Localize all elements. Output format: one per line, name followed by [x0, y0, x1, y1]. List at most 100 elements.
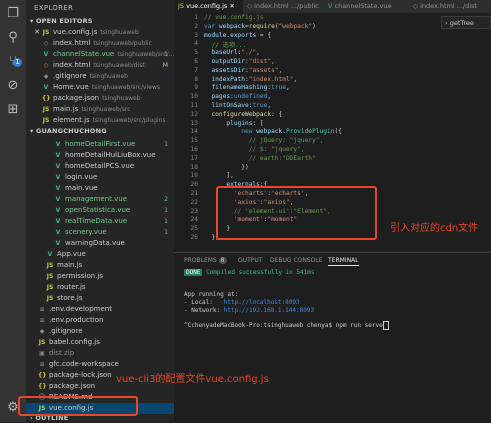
file-tree-item[interactable]: V App.vue — [26, 249, 174, 260]
file-tree-item[interactable]: VwarningData.vue — [26, 238, 174, 249]
file-name: main.vue — [65, 184, 98, 192]
file-tree-item[interactable]: Vmanagement.vue 2 — [26, 194, 174, 205]
tab-index-public[interactable]: ◇ index.html .../public — [243, 0, 328, 13]
file-name: warningData.vue — [65, 239, 125, 247]
file-name: vue.config.js — [53, 28, 98, 36]
tab-label: channelState.vue — [334, 2, 392, 10]
tab-output[interactable]: OUTPUT — [238, 257, 262, 264]
line-number: 4 — [194, 40, 198, 48]
file-name: dist.zip — [49, 349, 75, 357]
externals-highlight-box — [216, 186, 377, 240]
config-annotation: vue-cli3的配置文件vue.config.js — [116, 374, 269, 385]
quick-pick[interactable]: › getTree — [441, 16, 491, 29]
open-editor-item[interactable]: ◇ index.html tsinghuaweb/public — [26, 38, 174, 49]
file-tree-item[interactable]: Vlogin.vue — [26, 172, 174, 183]
file-name: .gitignore — [53, 72, 87, 80]
prompt-text: ^CchenyadeMacBook-Pro:tsinghuaweb chenya… — [184, 322, 383, 329]
tab-label: index.html .../public — [254, 2, 319, 10]
file-path: tsinghuaweb — [100, 29, 139, 36]
tab-debug-console[interactable]: DEBUG CONSOLE — [270, 257, 323, 264]
code-line: lintOnSave:true, — [211, 102, 272, 109]
file-tree-item[interactable]: JS babel.config.js — [26, 337, 174, 348]
terminal-prompt[interactable]: ^CchenyadeMacBook-Pro:tsinghuaweb chenya… — [184, 321, 389, 330]
file-tree-item[interactable]: ≡ .env.development — [26, 304, 174, 315]
file-tree-item[interactable]: ≡ gfc.code-workspace — [26, 359, 174, 370]
file-tree-item[interactable]: ◆ .gitignore — [26, 326, 174, 337]
tab-index-dist[interactable]: ◇ index.html .../dist — [409, 0, 491, 13]
tab-vue-config[interactable]: JS vue.config.js ✕ — [174, 0, 247, 13]
line-number: 14 — [190, 128, 198, 136]
file-type-icon: V — [55, 207, 61, 214]
close-icon[interactable]: ✕ — [32, 27, 42, 38]
file-tree-item[interactable]: VhomeDetailPCS.vue — [26, 161, 174, 172]
file-name: element.js — [53, 116, 90, 124]
line-number: 23 — [190, 207, 198, 215]
line-number: 13 — [190, 119, 198, 127]
file-tree-item[interactable]: VhomeDetailHuiLiuBox.vue — [26, 150, 174, 161]
file-tree-item[interactable]: ▣ dist.zip — [26, 348, 174, 359]
file-name: permission.js — [57, 272, 104, 280]
code-line: indexPath:"index.html", — [211, 75, 298, 83]
git-status-badge: 1 — [164, 229, 168, 236]
file-tree-item[interactable]: Vmain.vue — [26, 183, 174, 194]
network-url-link[interactable]: http://192.168.1.144:8093 — [224, 307, 314, 314]
line-number: 9 — [194, 84, 198, 92]
file-path: tsinghuaweb/src — [81, 106, 131, 113]
source-control-badge: 1 — [13, 58, 22, 67]
vue-file-icon: V — [328, 2, 333, 10]
open-editor-item[interactable]: JS main.js tsinghuaweb/src — [26, 104, 174, 115]
open-editor-item[interactable]: ✕ JS vue.config.js tsinghuaweb — [26, 27, 174, 38]
file-name: store.js — [57, 294, 83, 302]
tab-terminal[interactable]: TERMINAL — [328, 257, 359, 266]
file-type-icon: ≡ — [39, 306, 45, 313]
open-editors-label: OPEN EDITORS — [35, 17, 93, 25]
file-name: realTimeData.vue — [65, 217, 128, 225]
file-type-icon: {} — [38, 383, 47, 390]
open-editor-item[interactable]: JS element.js tsinghuaweb/src/plugins — [26, 115, 174, 126]
bottom-panel: PROBLEMS 8 OUTPUT DEBUG CONSOLE TERMINAL … — [174, 252, 491, 423]
open-editor-item[interactable]: V Home.vue tsinghuaweb/src/views — [26, 82, 174, 93]
line-number: 2 — [194, 22, 198, 30]
code-line: configureWebpack: { — [211, 110, 283, 118]
open-editor-item[interactable]: ◆ .gitignore tsinghuaweb — [26, 71, 174, 82]
file-tree-item[interactable]: VrealTimeData.vue 1 — [26, 216, 174, 227]
file-name: package.json — [53, 94, 100, 102]
done-badge: DONE — [184, 269, 203, 276]
file-tree-item[interactable]: ≡ .env.production — [26, 315, 174, 326]
project-header[interactable]: ▾ GUANGCHUCHONG — [30, 127, 107, 135]
file-tree-item[interactable]: JS store.js — [26, 293, 174, 304]
search-icon[interactable]: ⚲ — [5, 30, 21, 46]
tab-label: vue.config.js ✕ — [186, 2, 235, 10]
files-icon[interactable]: ❐ — [5, 6, 21, 22]
tab-channel-state[interactable]: V channelState.vue — [324, 0, 413, 13]
local-line: - Local: http://localhost:8093 — [184, 299, 300, 306]
file-name: .env.development — [49, 305, 112, 313]
git-status-badge: M — [162, 62, 168, 69]
file-tree-item[interactable]: JS router.js — [26, 282, 174, 293]
file-tree-item[interactable]: VhomeDetailFirst.vue 1 — [26, 139, 174, 150]
tab-problems[interactable]: PROBLEMS 8 — [184, 257, 227, 264]
file-name: main.js — [53, 105, 79, 113]
line-number: 11 — [190, 102, 198, 109]
file-type-icon: JS — [42, 29, 50, 36]
git-status-badge: 1 — [164, 218, 168, 225]
open-editor-item[interactable]: {} package.json tsinghuaweb — [26, 93, 174, 104]
line-number: 20 — [190, 181, 198, 189]
debug-icon[interactable]: ⊘ — [5, 78, 21, 94]
problems-count: 8 — [218, 257, 227, 264]
line-number: 26 — [190, 234, 198, 241]
file-tree-item[interactable]: VopenStatistica.vue 1 — [26, 205, 174, 216]
file-tree-item[interactable]: Vscenery.vue 1 — [26, 227, 174, 238]
file-name: channelState.vue — [53, 50, 115, 58]
file-type-icon: JS — [46, 284, 54, 291]
line-number: 7 — [194, 66, 198, 74]
line-number: 15 — [190, 137, 198, 145]
open-editor-item[interactable]: VchannelState.vue tsinghuaweb/src/... 1 — [26, 49, 174, 60]
extensions-icon[interactable]: ⊞ — [5, 102, 21, 118]
file-tree-item[interactable]: JS permission.js — [26, 271, 174, 282]
open-editor-item[interactable]: ◇ index.html tsinghuaweb/dist M — [26, 60, 174, 71]
open-editors-header[interactable]: ▾ OPEN EDITORS — [30, 17, 93, 25]
local-url-link[interactable]: http://localhost:8093 — [224, 299, 300, 306]
code-line: // $: "jquery", — [248, 146, 305, 153]
file-tree-item[interactable]: JS main.js — [26, 260, 174, 271]
